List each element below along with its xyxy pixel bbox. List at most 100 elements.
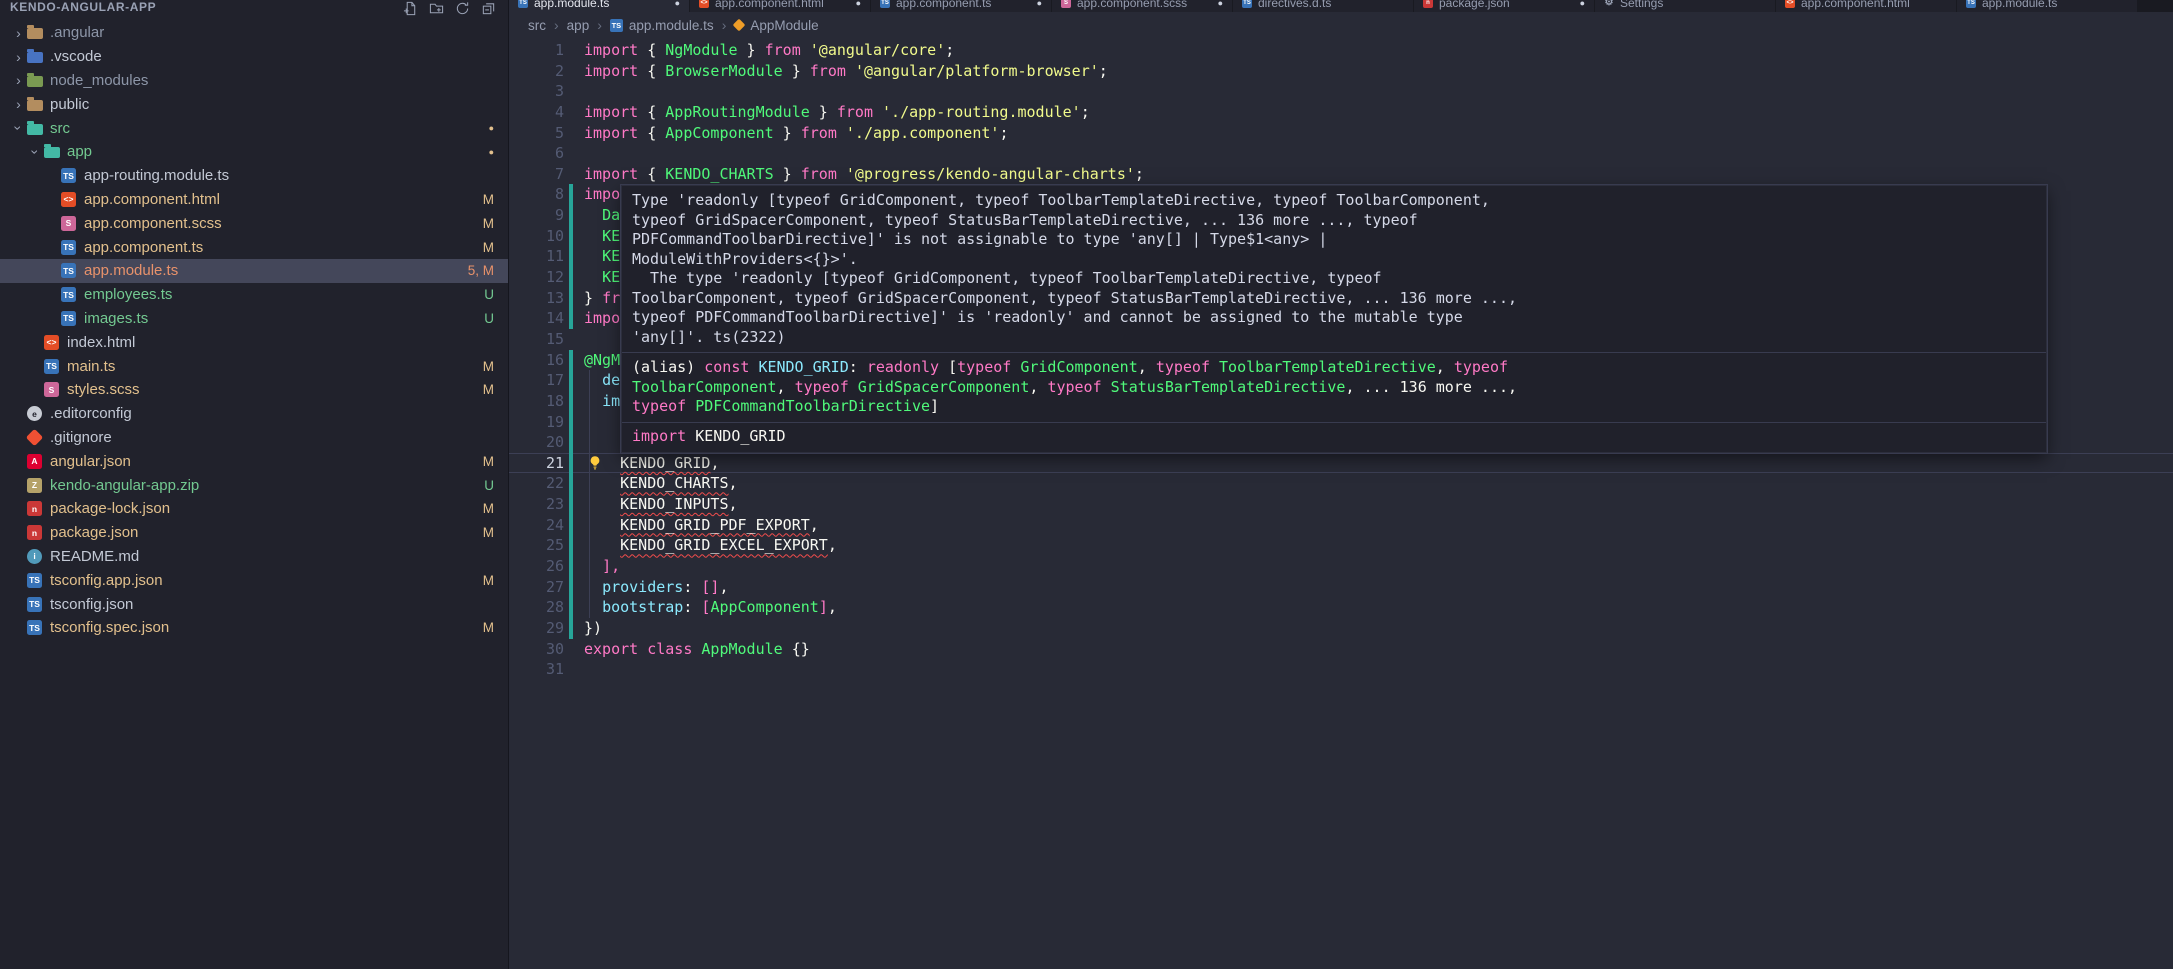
tsconfig-icon: TS xyxy=(27,573,50,588)
breadcrumb-item[interactable]: TSapp.module.ts xyxy=(610,18,714,33)
npm-icon: n xyxy=(27,501,50,516)
refresh-icon[interactable] xyxy=(455,1,470,16)
tree-item[interactable]: npackage-lock.jsonM xyxy=(0,497,508,521)
git-status-badge: M xyxy=(483,525,494,540)
tree-item[interactable]: npackage.jsonM xyxy=(0,521,508,545)
breadcrumb-item[interactable]: AppModule xyxy=(734,18,818,33)
tree-item[interactable]: TSapp.module.ts5, M xyxy=(0,259,508,283)
code-line[interactable]: 25 KENDO_GRID_EXCEL_EXPORT, xyxy=(509,535,2173,556)
tree-item[interactable]: iREADME.md xyxy=(0,545,508,569)
code-line[interactable]: 31 xyxy=(509,659,2173,680)
code-text: KENDO_GRID_EXCEL_EXPORT, xyxy=(573,535,837,556)
editor-tab[interactable]: npackage.json● xyxy=(1414,0,1594,12)
tab-label: app.component.scss xyxy=(1077,0,1212,10)
breadcrumb-separator-icon: › xyxy=(554,17,559,33)
file-name: public xyxy=(50,96,508,113)
file-name: tsconfig.app.json xyxy=(50,572,483,589)
scss-icon: S xyxy=(61,216,84,231)
tree-item[interactable]: TSapp.component.tsM xyxy=(0,235,508,259)
tab-label: app.component.html xyxy=(1801,0,1947,10)
tree-item[interactable]: TStsconfig.spec.jsonM xyxy=(0,616,508,640)
tab-label: app.module.ts xyxy=(534,0,669,10)
file-name: angular.json xyxy=(50,453,483,470)
code-editor[interactable]: 1import { NgModule } from '@angular/core… xyxy=(509,38,2173,969)
new-folder-icon[interactable] xyxy=(429,1,444,16)
tree-item[interactable]: › node_modules xyxy=(0,69,508,93)
code-line[interactable]: 27 providers: [], xyxy=(509,577,2173,598)
editor-tab[interactable]: TSapp.module.ts● xyxy=(509,0,689,12)
code-line[interactable]: 26 ], xyxy=(509,556,2173,577)
git-icon xyxy=(27,430,50,445)
tree-item[interactable]: ›src● xyxy=(0,116,508,140)
tree-item[interactable]: ›.angular xyxy=(0,21,508,45)
tree-item[interactable]: .gitignore xyxy=(0,426,508,450)
file-name: .gitignore xyxy=(50,429,508,446)
file-name: node_modules xyxy=(50,72,508,89)
tree-item[interactable]: Sapp.component.scssM xyxy=(0,211,508,235)
code-line[interactable]: 5import { AppComponent } from './app.com… xyxy=(509,123,2173,144)
code-line[interactable]: 28 bootstrap: [AppComponent], xyxy=(509,597,2173,618)
code-line[interactable]: 2import { BrowserModule } from '@angular… xyxy=(509,61,2173,82)
breadcrumb-item[interactable]: app xyxy=(567,18,590,33)
editor-tab[interactable]: TSapp.module.ts xyxy=(1957,0,2137,12)
chevron-icon[interactable]: › xyxy=(10,26,27,40)
modified-dot-icon: ● xyxy=(1037,0,1042,8)
line-number: 3 xyxy=(509,81,564,102)
tree-item[interactable]: ›app● xyxy=(0,140,508,164)
code-line[interactable]: 21 KENDO_GRID, xyxy=(509,453,2173,474)
tree-item[interactable]: <>index.html xyxy=(0,330,508,354)
ts-icon: TS xyxy=(44,359,67,374)
line-number: 4 xyxy=(509,102,564,123)
editor-tab[interactable]: <>app.component.html● xyxy=(690,0,870,12)
chevron-icon[interactable]: › xyxy=(10,73,27,87)
tree-item[interactable]: <>app.component.htmlM xyxy=(0,188,508,212)
code-line[interactable]: 30export class AppModule {} xyxy=(509,639,2173,660)
code-line[interactable]: 7import { KENDO_CHARTS } from '@progress… xyxy=(509,164,2173,185)
tree-item[interactable]: TStsconfig.app.jsonM xyxy=(0,568,508,592)
chevron-icon[interactable]: › xyxy=(29,143,43,160)
code-line[interactable]: 1import { NgModule } from '@angular/core… xyxy=(509,40,2173,61)
tree-item[interactable]: TSmain.tsM xyxy=(0,354,508,378)
explorer-sidebar: KENDO-ANGULAR-APP ›.angular›.vscode›node… xyxy=(0,0,509,969)
collapse-all-icon[interactable] xyxy=(481,1,496,16)
tree-item[interactable]: ›.vscode xyxy=(0,45,508,69)
chevron-icon[interactable]: › xyxy=(10,97,27,111)
file-name: package.json xyxy=(50,524,483,541)
editor-tab[interactable]: TSdirectives.d.ts xyxy=(1233,0,1413,12)
folder-icon xyxy=(27,26,50,39)
tree-item[interactable]: Aangular.jsonM xyxy=(0,449,508,473)
line-number: 8 xyxy=(509,184,564,205)
editor-tab[interactable]: TSapp.component.ts● xyxy=(871,0,1051,12)
tree-item[interactable]: Zkendo-angular-app.zipU xyxy=(0,473,508,497)
code-line[interactable]: 24 KENDO_GRID_PDF_EXPORT, xyxy=(509,515,2173,536)
tree-item[interactable]: e.editorconfig xyxy=(0,402,508,426)
line-number: 24 xyxy=(509,515,564,536)
git-status-badge: M xyxy=(483,240,494,255)
code-line[interactable]: 22 KENDO_CHARTS, xyxy=(509,473,2173,494)
tree-item[interactable]: TSapp-routing.module.ts xyxy=(0,164,508,188)
breadcrumb-item[interactable]: src xyxy=(528,18,546,33)
tree-item[interactable]: Sstyles.scssM xyxy=(0,378,508,402)
tree-item[interactable]: TSimages.tsU xyxy=(0,307,508,331)
file-name: images.ts xyxy=(84,310,484,327)
new-file-icon[interactable] xyxy=(403,1,418,16)
code-line[interactable]: 29}) xyxy=(509,618,2173,639)
line-number: 1 xyxy=(509,40,564,61)
code-line[interactable]: 23 KENDO_INPUTS, xyxy=(509,494,2173,515)
quick-fix-lightbulb-icon[interactable] xyxy=(587,455,603,471)
code-line[interactable]: 3 xyxy=(509,81,2173,102)
tree-item[interactable]: TSemployees.tsU xyxy=(0,283,508,307)
code-text xyxy=(573,81,584,102)
editor-tab[interactable]: <>app.component.html xyxy=(1776,0,1956,12)
editor-tab[interactable]: Sapp.component.scss● xyxy=(1052,0,1232,12)
chevron-icon[interactable]: › xyxy=(10,50,27,64)
tab-label: Settings xyxy=(1620,0,1766,10)
explorer-actions xyxy=(403,1,496,16)
ts-icon: TS xyxy=(61,168,84,183)
tree-item[interactable]: TStsconfig.json xyxy=(0,592,508,616)
code-line[interactable]: 6 xyxy=(509,143,2173,164)
chevron-icon[interactable]: › xyxy=(12,120,26,137)
tree-item[interactable]: › public xyxy=(0,92,508,116)
editor-tab[interactable]: ⚙Settings xyxy=(1595,0,1775,12)
code-line[interactable]: 4import { AppRoutingModule } from './app… xyxy=(509,102,2173,123)
